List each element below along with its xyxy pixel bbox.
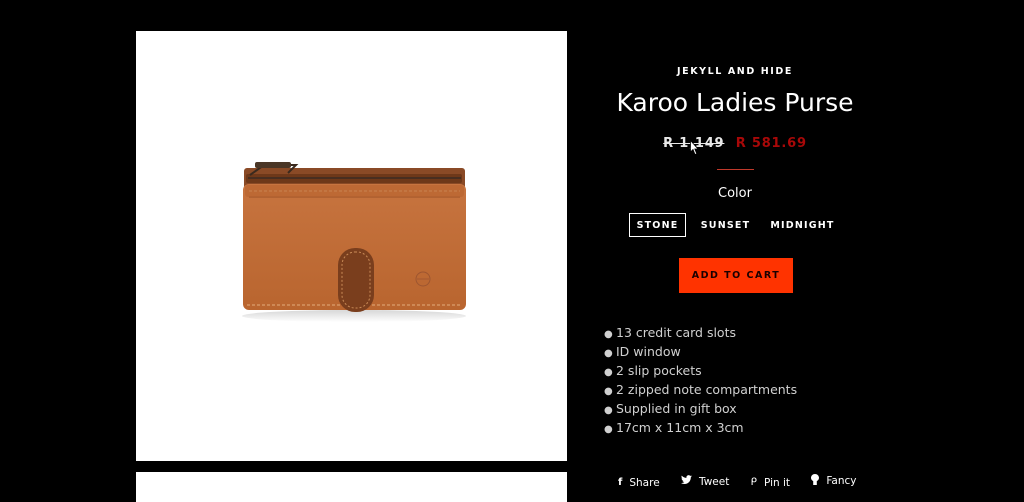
swatch-stone[interactable]: STONE [629, 213, 686, 237]
color-option-label: Color [718, 186, 752, 201]
price-divider [717, 169, 754, 170]
pinterest-share-link[interactable]: ᑭ Pin it [751, 477, 790, 489]
feature-text: Supplied in gift box [616, 401, 737, 416]
feature-text: 13 credit card slots [616, 325, 736, 340]
list-item: ● 17cm x 11cm x 3cm [604, 418, 797, 437]
pinterest-share-label: Pin it [763, 476, 791, 489]
product-thumbnail-panel[interactable] [136, 472, 567, 502]
sale-price: R 581.69 [735, 136, 807, 151]
product-info: JEKYLL AND HIDE Karoo Ladies Purse R 1,1… [600, 0, 870, 493]
facebook-icon: f [618, 477, 623, 488]
swatch-midnight[interactable]: MIDNIGHT [766, 213, 839, 237]
twitter-share-link[interactable]: Tweet [681, 475, 729, 488]
twitter-share-label: Tweet [699, 475, 730, 488]
product-image-panel[interactable] [136, 31, 567, 461]
swatch-sunset[interactable]: SUNSET [696, 213, 755, 237]
fancy-share-label: Fancy [826, 475, 857, 487]
list-item: ● ID window [604, 342, 797, 361]
mouse-cursor-icon [690, 140, 699, 156]
add-to-cart-button[interactable]: ADD TO CART [679, 258, 793, 293]
fancy-icon [811, 474, 820, 488]
facebook-share-link[interactable]: f Share [618, 477, 660, 489]
list-item: ● 2 slip pockets [604, 361, 797, 380]
list-item: ● Supplied in gift box [604, 399, 797, 418]
list-item: ● 13 credit card slots [604, 323, 797, 342]
product-title: Karoo Ladies Purse [616, 88, 854, 117]
facebook-share-label: Share [629, 476, 660, 489]
feature-text: 17cm x 11cm x 3cm [616, 420, 744, 435]
feature-text: 2 zipped note compartments [616, 382, 798, 397]
vendor-name[interactable]: JEKYLL AND HIDE [600, 66, 870, 77]
color-swatches: STONE SUNSET MIDNIGHT [600, 213, 870, 239]
feature-list: ● 13 credit card slots ● ID window ● 2 slip… [604, 323, 797, 437]
feature-text: 2 slip pockets [616, 363, 702, 378]
fancy-share-link[interactable]: Fancy [811, 474, 857, 488]
twitter-icon [681, 475, 693, 488]
price-block: R 1,149 R 581.69 [600, 136, 870, 151]
bullet-icon: ● [604, 424, 613, 435]
social-share: f Share Tweet ᑭ Pin it Fancy [618, 474, 875, 490]
pinterest-icon: ᑭ [750, 477, 757, 488]
product-photo[interactable] [136, 31, 567, 461]
feature-text: ID window [616, 344, 681, 359]
list-item: ● 2 zipped note compartments [604, 380, 797, 399]
